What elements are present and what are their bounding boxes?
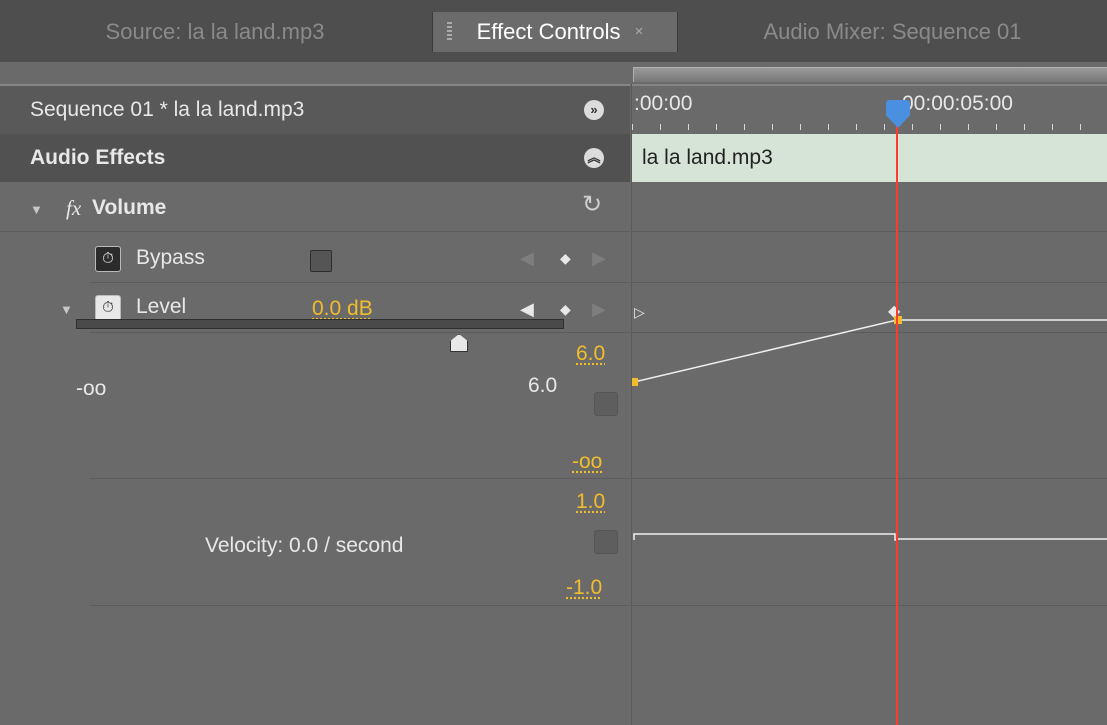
effect-timeline-pane: :00:00 00:00:05:00 la la land.mp3 ▷ ◆ [631,84,1107,725]
tab-audio-mixer[interactable]: Audio Mixer: Sequence 01 [678,12,1107,52]
next-keyframe-level-icon[interactable]: ▶ [592,299,606,319]
effect-name: Volume [92,196,167,219]
bypass-checkbox[interactable] [310,250,332,272]
divider [90,282,630,283]
stopwatch-level-icon[interactable]: ⏱ [95,295,121,321]
effect-controls-left-pane: Sequence 01 * la la land.mp3 » Audio Eff… [0,84,630,725]
section-title: Audio Effects [30,146,166,169]
audio-effects-header: Audio Effects ︽ [0,134,630,182]
stopwatch-bypass-icon[interactable]: ⏱ [95,246,121,272]
tab-source-label: Source: la la land.mp3 [105,19,325,44]
level-graph-toggle[interactable] [594,392,618,416]
show-timeline-icon[interactable]: » [584,100,604,120]
reset-icon[interactable]: ↻ [582,190,602,219]
disclosure-triangle-level-icon[interactable]: ▼ [60,302,73,317]
prev-keyframe-level-icon[interactable]: ◀ [520,299,534,319]
disclosure-triangle-volume-icon[interactable]: ▼ [30,202,43,217]
tab-effect-controls-label: Effect Controls [476,19,621,44]
velocity-graph-toggle[interactable] [594,530,618,554]
divider [90,605,630,606]
prev-keyframe-bypass-icon[interactable]: ◀ [520,248,534,268]
level-graph-max[interactable]: 6.0 [576,342,605,366]
add-keyframe-bypass-icon[interactable]: ◆ [560,248,571,268]
velocity-label: Velocity: 0.0 / second [205,534,404,557]
keyframe-graphs [632,316,1107,541]
playhead-line[interactable] [896,108,898,725]
level-graph-min[interactable]: -oo [572,450,602,474]
sequence-title: Sequence 01 * la la land.mp3 [30,98,305,121]
add-keyframe-level-icon[interactable]: ◆ [560,299,571,319]
velocity-max[interactable]: 1.0 [576,490,605,514]
fx-icon[interactable]: fx [66,196,81,221]
tab-effect-controls[interactable]: Effect Controls × [432,12,678,52]
sequence-header: Sequence 01 * la la land.mp3 » [0,84,630,134]
divider [0,231,630,232]
level-slider-track[interactable] [76,319,564,329]
slider-min-label: -oo [76,377,107,400]
close-icon[interactable]: × [635,23,644,40]
level-graph-line [633,319,1107,383]
velocity-graph-line [633,533,1107,541]
tab-source[interactable]: Source: la la land.mp3 [0,12,430,52]
collapse-icon[interactable]: ︽ [584,148,604,168]
timeline-zoom-scrollbar[interactable] [633,67,1107,82]
level-start-point [632,378,638,386]
divider [90,332,630,333]
bypass-label: Bypass [136,246,205,269]
level-label: Level [136,295,187,318]
slider-max-label: 6.0 [528,374,558,397]
panel-tab-bar: Source: la la land.mp3 Effect Controls ×… [0,0,1107,62]
level-value[interactable]: 0.0 dB [312,297,373,321]
velocity-min[interactable]: -1.0 [566,576,602,600]
tab-audio-mixer-label: Audio Mixer: Sequence 01 [763,19,1022,44]
drag-grip-icon[interactable] [447,22,452,40]
divider [90,478,630,479]
next-keyframe-bypass-icon[interactable]: ▶ [592,248,606,268]
